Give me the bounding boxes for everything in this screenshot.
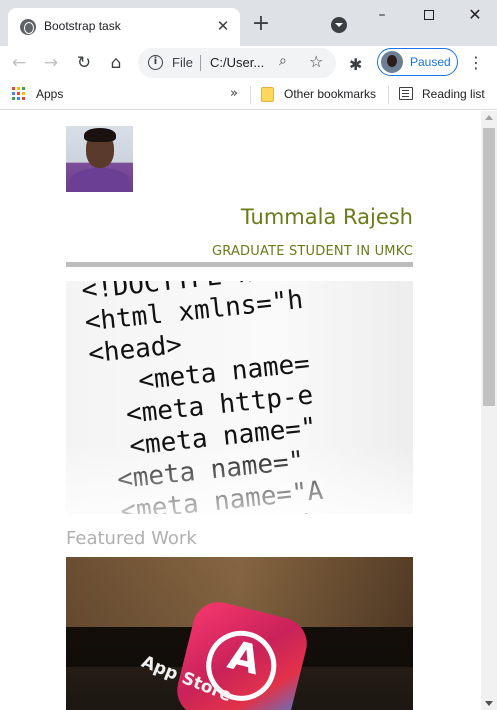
extensions-icon[interactable]: ✱ [349, 55, 362, 74]
divider [66, 262, 413, 267]
page-viewport: Tummala Rajesh GRADUATE STUDENT IN UMKC … [0, 111, 481, 710]
page-subtitle: GRADUATE STUDENT IN UMKC [211, 244, 413, 259]
featured-work-image: A App Store [66, 557, 413, 710]
profile-button[interactable]: Paused [377, 48, 458, 76]
address-bar[interactable]: i File C:/User... ⌕ ☆ [138, 48, 336, 78]
reading-list[interactable]: Reading list [422, 87, 485, 101]
plus-icon[interactable]: + [250, 13, 272, 35]
home-icon[interactable]: ⌂ [103, 50, 129, 76]
divider [250, 86, 251, 104]
zoom-icon[interactable]: ⌕ [279, 53, 287, 69]
scrollbar[interactable] [481, 111, 497, 710]
minimize-icon[interactable]: – [365, 4, 399, 26]
profile-photo [66, 126, 133, 192]
folder-icon[interactable] [261, 87, 274, 102]
divider [200, 55, 201, 71]
apps-grid-icon [12, 87, 26, 101]
star-icon[interactable]: ☆ [309, 52, 323, 71]
tab-title: Bootstrap task [44, 19, 121, 33]
globe-icon [20, 19, 36, 35]
tab-bootstrap-task[interactable]: Bootstrap task ✕ [8, 8, 240, 46]
featured-work-heading: Featured Work [66, 528, 197, 549]
apps-label: Apps [36, 87, 64, 101]
reload-icon[interactable]: ↻ [71, 50, 97, 76]
browser-toolbar: ← → ↻ ⌂ i File C:/User... ⌕ ☆ ✱ Paused ⋮ [0, 46, 497, 80]
window-close-icon[interactable]: ✕ [458, 4, 492, 26]
url-text[interactable]: C:/User... [210, 55, 264, 70]
scroll-down-icon[interactable] [485, 701, 493, 706]
forward-icon[interactable]: → [38, 50, 64, 76]
maximize-icon[interactable] [412, 4, 446, 26]
profile-status: Paused [410, 55, 451, 69]
close-icon[interactable]: ✕ [214, 17, 232, 35]
page-title: Tummala Rajesh [240, 205, 413, 229]
tab-search-icon[interactable] [331, 17, 347, 33]
url-scheme: File [172, 55, 193, 70]
back-icon[interactable]: ← [6, 50, 32, 76]
divider [388, 86, 389, 104]
reading-list-icon[interactable] [399, 87, 413, 100]
menu-icon[interactable]: ⋮ [468, 52, 484, 74]
info-icon[interactable]: i [148, 55, 163, 70]
code-hero-image: <!DOCTYPE html PUBLIC <html xmlns="h <he… [66, 281, 413, 514]
scroll-up-icon[interactable] [485, 115, 493, 120]
bookmarks-overflow-icon[interactable]: » [230, 86, 238, 101]
other-bookmarks[interactable]: Other bookmarks [284, 87, 376, 101]
avatar [381, 51, 403, 73]
scrollbar-thumb[interactable] [483, 128, 495, 406]
tab-strip: Bootstrap task ✕ + – ✕ [0, 0, 497, 46]
bookmarks-bar: Apps » Other bookmarks Reading list [0, 80, 497, 110]
